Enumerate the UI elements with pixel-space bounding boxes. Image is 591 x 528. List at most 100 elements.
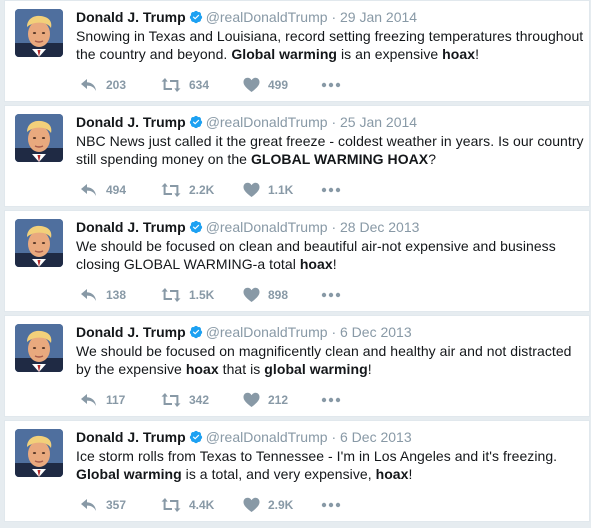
like-button[interactable]: 212 bbox=[243, 392, 288, 408]
reply-button[interactable]: 138 bbox=[80, 287, 126, 303]
tweet-card[interactable]: Donald J. Trump @realDonaldTrump · 6 Dec … bbox=[4, 420, 590, 522]
author-name[interactable]: Donald J. Trump bbox=[76, 9, 186, 25]
reply-button[interactable]: 357 bbox=[80, 497, 126, 513]
separator-dot: · bbox=[331, 219, 337, 235]
reply-count: 357 bbox=[106, 498, 127, 512]
retweet-count: 342 bbox=[189, 393, 210, 407]
retweet-button[interactable]: 342 bbox=[161, 392, 209, 408]
author-handle[interactable]: @realDonaldTrump bbox=[206, 219, 328, 235]
heart-icon bbox=[243, 182, 268, 198]
avatar[interactable] bbox=[15, 9, 63, 57]
reply-icon bbox=[80, 182, 106, 198]
author-handle[interactable]: @realDonaldTrump bbox=[206, 114, 328, 130]
more-button[interactable] bbox=[321, 287, 349, 303]
retweet-icon bbox=[161, 287, 189, 303]
tweet-card[interactable]: Donald J. Trump @realDonaldTrump · 25 Jan… bbox=[4, 105, 590, 207]
text-segment-bold: GLOBAL WARMING HOAX bbox=[250, 151, 429, 167]
text-segment: ! bbox=[332, 256, 337, 272]
text-segment: is an expensive bbox=[337, 46, 443, 62]
tweet-content: Donald J. Trump @realDonaldTrump · 28 Dec… bbox=[76, 218, 584, 273]
text-segment: ! bbox=[367, 361, 372, 377]
like-count: 898 bbox=[268, 288, 289, 302]
tweet-date[interactable]: 6 Dec 2013 bbox=[340, 429, 412, 445]
heart-icon bbox=[243, 77, 268, 93]
tweet-text: We should be focused on clean and beauti… bbox=[76, 237, 584, 273]
retweet-icon bbox=[161, 497, 189, 513]
tweet-content: Donald J. Trump @realDonaldTrump · 6 Dec … bbox=[76, 323, 584, 378]
like-button[interactable]: 898 bbox=[243, 287, 288, 303]
tweet-date[interactable]: 25 Jan 2014 bbox=[340, 114, 417, 130]
retweet-button[interactable]: 634 bbox=[161, 77, 209, 93]
like-count: 2.9K bbox=[268, 498, 294, 512]
tweet-actions: 138 1.5K 898 bbox=[76, 287, 376, 303]
tweet-card[interactable]: Donald J. Trump @realDonaldTrump · 6 Dec … bbox=[4, 315, 590, 417]
verified-badge-icon bbox=[189, 325, 202, 339]
retweet-button[interactable]: 2.2K bbox=[161, 182, 214, 198]
more-icon bbox=[321, 182, 349, 198]
tweet-card[interactable]: Donald J. Trump @realDonaldTrump · 29 Jan… bbox=[4, 0, 590, 102]
retweet-icon bbox=[161, 392, 189, 408]
retweet-count: 634 bbox=[189, 78, 210, 92]
tweet-actions: 494 2.2K 1.1K bbox=[76, 182, 376, 198]
tweet-feed: Donald J. Trump @realDonaldTrump · 29 Jan… bbox=[0, 0, 591, 528]
retweet-count: 4.4K bbox=[189, 498, 215, 512]
tweet-date[interactable]: 29 Jan 2014 bbox=[340, 9, 417, 25]
verified-badge-icon bbox=[189, 115, 202, 129]
tweet-text: We should be focused on magnificently cl… bbox=[76, 342, 584, 378]
like-count: 212 bbox=[268, 393, 289, 407]
retweet-count: 1.5K bbox=[189, 288, 215, 302]
reply-button[interactable]: 203 bbox=[80, 77, 126, 93]
tweet-header: Donald J. Trump @realDonaldTrump · 28 Dec… bbox=[76, 218, 584, 236]
separator-dot: · bbox=[331, 9, 337, 25]
verified-badge-icon bbox=[189, 10, 202, 24]
reply-button[interactable]: 117 bbox=[80, 392, 125, 408]
tweet-date[interactable]: 6 Dec 2013 bbox=[340, 324, 412, 340]
tweet-content: Donald J. Trump @realDonaldTrump · 25 Jan… bbox=[76, 113, 584, 168]
text-segment: is a total, and very expensive, bbox=[181, 466, 376, 482]
heart-icon bbox=[243, 392, 268, 408]
like-button[interactable]: 499 bbox=[243, 77, 288, 93]
text-segment-bold: hoax bbox=[299, 256, 333, 272]
avatar[interactable] bbox=[15, 429, 63, 477]
retweet-icon bbox=[161, 182, 189, 198]
like-count: 1.1K bbox=[268, 183, 294, 197]
text-segment: Ice storm rolls from Texas to Tennessee … bbox=[76, 448, 558, 464]
tweet-text: NBC News just called it the great freeze… bbox=[76, 132, 584, 168]
author-handle[interactable]: @realDonaldTrump bbox=[206, 429, 328, 445]
author-handle[interactable]: @realDonaldTrump bbox=[206, 324, 328, 340]
like-button[interactable]: 1.1K bbox=[243, 182, 293, 198]
avatar[interactable] bbox=[15, 324, 63, 372]
text-segment: ? bbox=[428, 151, 437, 167]
reply-icon bbox=[80, 77, 106, 93]
author-name[interactable]: Donald J. Trump bbox=[76, 429, 186, 445]
reply-count: 494 bbox=[106, 183, 127, 197]
more-button[interactable] bbox=[321, 77, 349, 93]
author-handle[interactable]: @realDonaldTrump bbox=[206, 9, 328, 25]
author-name[interactable]: Donald J. Trump bbox=[76, 114, 186, 130]
tweet-actions: 117 342 212 bbox=[76, 392, 376, 408]
reply-icon bbox=[80, 392, 106, 408]
more-button[interactable] bbox=[321, 497, 349, 513]
retweet-count: 2.2K bbox=[189, 183, 215, 197]
reply-count: 138 bbox=[106, 288, 127, 302]
verified-badge-icon bbox=[189, 430, 202, 444]
author-name[interactable]: Donald J. Trump bbox=[76, 219, 186, 235]
avatar[interactable] bbox=[15, 114, 63, 162]
retweet-button[interactable]: 4.4K bbox=[161, 497, 214, 513]
separator-dot: · bbox=[331, 429, 337, 445]
tweet-content: Donald J. Trump @realDonaldTrump · 29 Jan… bbox=[76, 8, 584, 63]
more-button[interactable] bbox=[321, 392, 349, 408]
avatar[interactable] bbox=[15, 219, 63, 267]
retweet-button[interactable]: 1.5K bbox=[161, 287, 214, 303]
tweet-header: Donald J. Trump @realDonaldTrump · 29 Jan… bbox=[76, 8, 584, 26]
reply-button[interactable]: 494 bbox=[80, 182, 126, 198]
text-segment: that is bbox=[218, 361, 265, 377]
reply-count: 203 bbox=[106, 78, 127, 92]
more-button[interactable] bbox=[321, 182, 349, 198]
reply-count: 117 bbox=[106, 393, 126, 407]
tweet-card[interactable]: Donald J. Trump @realDonaldTrump · 28 Dec… bbox=[4, 210, 590, 312]
like-button[interactable]: 2.9K bbox=[243, 497, 293, 513]
retweet-icon bbox=[161, 77, 189, 93]
author-name[interactable]: Donald J. Trump bbox=[76, 324, 186, 340]
tweet-date[interactable]: 28 Dec 2013 bbox=[340, 219, 419, 235]
